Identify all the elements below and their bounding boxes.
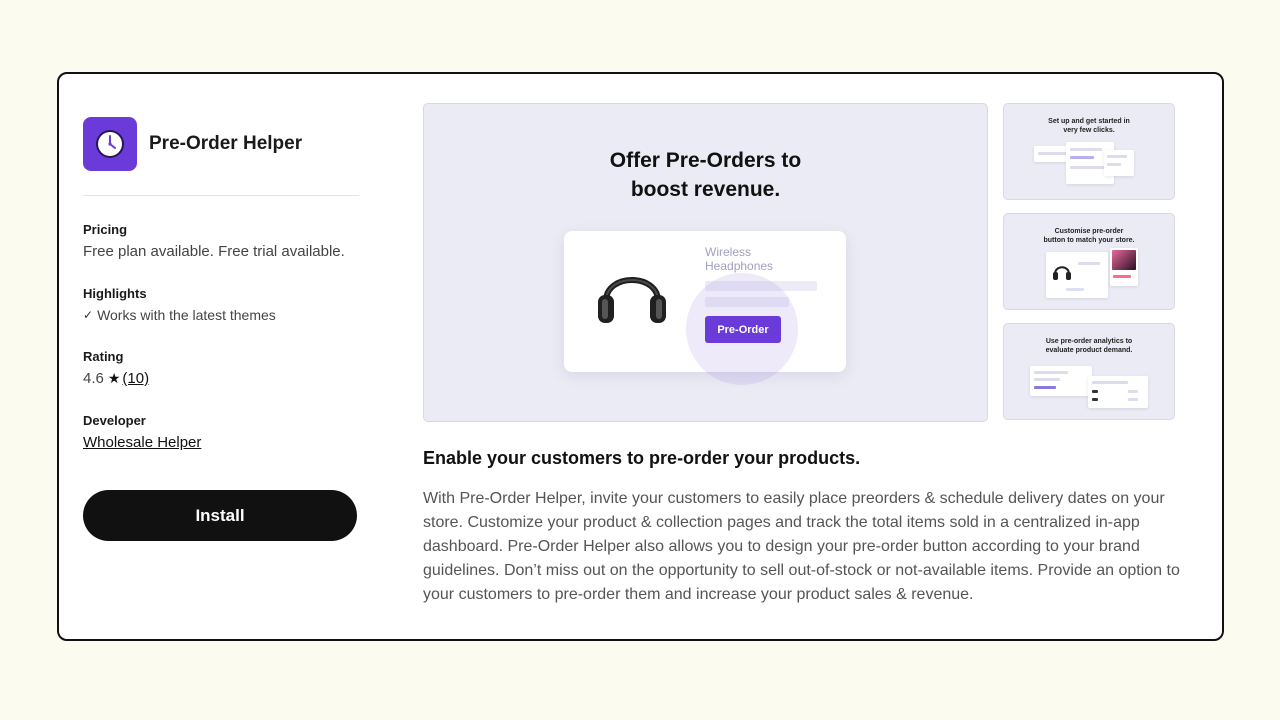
app-icon bbox=[83, 117, 137, 171]
app-sidebar: Pre-Order Helper Pricing Free plan avail… bbox=[83, 117, 359, 452]
gallery-headline: Offer Pre-Orders to boost revenue. bbox=[424, 146, 987, 204]
developer-section: Developer Wholesale Helper bbox=[83, 413, 359, 452]
developer-link[interactable]: Wholesale Helper bbox=[83, 434, 201, 451]
app-header: Pre-Order Helper bbox=[83, 117, 359, 171]
app-title: Pre-Order Helper bbox=[149, 133, 303, 154]
app-listing-card: Pre-Order Helper Pricing Free plan avail… bbox=[57, 72, 1224, 641]
install-button[interactable]: Install bbox=[83, 490, 357, 541]
product-name: Wireless Headphones bbox=[705, 245, 805, 273]
rating-count-link[interactable]: (10) bbox=[122, 370, 149, 387]
divider bbox=[83, 195, 359, 196]
thumbnail-caption: Use pre-order analytics to evaluate prod… bbox=[1004, 337, 1174, 355]
preorder-button-preview: Pre-Order bbox=[705, 316, 781, 343]
rating-value: 4.6 bbox=[83, 370, 104, 387]
thumbnail-caption-line2: button to match your store. bbox=[1043, 237, 1135, 244]
product-preview-card: Wireless Headphones Pre-Order bbox=[564, 231, 846, 385]
thumbnail-caption: Set up and get started in very few click… bbox=[1004, 117, 1174, 135]
thumbnail-caption-line1: Set up and get started in bbox=[1048, 118, 1130, 125]
highlights-section: Highlights ✓ Works with the latest theme… bbox=[83, 286, 359, 323]
mini-analytics-panel bbox=[1030, 366, 1092, 396]
thumbnail-caption-line2: very few clicks. bbox=[1063, 127, 1115, 134]
highlight-item: ✓ Works with the latest themes bbox=[83, 307, 359, 323]
mini-line bbox=[1092, 381, 1128, 384]
mini-settings-panel bbox=[1104, 150, 1134, 176]
gallery-headline-line1: Offer Pre-Orders to bbox=[609, 149, 802, 172]
mini-line bbox=[1107, 163, 1121, 166]
gallery-thumbnail-1[interactable]: Set up and get started in very few click… bbox=[1003, 103, 1175, 200]
mini-line bbox=[1070, 148, 1102, 151]
color-swatch-gradient bbox=[1112, 250, 1136, 270]
clock-icon bbox=[96, 130, 124, 158]
mini-line bbox=[1066, 288, 1084, 291]
highlight-text: Works with the latest themes bbox=[97, 307, 276, 323]
developer-label: Developer bbox=[83, 413, 146, 428]
headphones-icon bbox=[598, 277, 666, 323]
gallery-headline-line2: boost revenue. bbox=[630, 178, 781, 201]
mini-line bbox=[1070, 166, 1106, 169]
rating-label: Rating bbox=[83, 349, 124, 364]
mini-line bbox=[1128, 390, 1138, 393]
mini-analytics-panel bbox=[1088, 376, 1148, 408]
headphones-icon bbox=[1053, 266, 1071, 280]
mini-product-card bbox=[1046, 252, 1108, 298]
description-heading: Enable your customers to pre-order your … bbox=[423, 448, 861, 468]
product-name-line2: Headphones bbox=[705, 259, 774, 273]
gallery-thumbnail-2[interactable]: Customise pre-order button to match your… bbox=[1003, 213, 1175, 310]
mini-line bbox=[1092, 398, 1098, 401]
mini-line bbox=[1092, 390, 1098, 393]
mini-line bbox=[1107, 155, 1127, 158]
pricing-label: Pricing bbox=[83, 222, 128, 237]
mini-line bbox=[1034, 371, 1068, 374]
pricing-section: Pricing Free plan available. Free trial … bbox=[83, 222, 359, 260]
rating-section: Rating 4.6 ★ (10) bbox=[83, 349, 359, 387]
rating-row: 4.6 ★ (10) bbox=[83, 370, 359, 387]
mini-line bbox=[1078, 262, 1100, 265]
thumbnail-caption: Customise pre-order button to match your… bbox=[1004, 227, 1174, 245]
mini-line bbox=[1034, 386, 1056, 389]
mini-line bbox=[1128, 398, 1138, 401]
mini-line bbox=[1034, 378, 1060, 381]
gallery-thumbnail-3[interactable]: Use pre-order analytics to evaluate prod… bbox=[1003, 323, 1175, 420]
star-icon: ★ bbox=[107, 370, 121, 386]
mini-line bbox=[1070, 156, 1094, 159]
mini-line bbox=[1113, 275, 1131, 278]
pricing-value: Free plan available. Free trial availabl… bbox=[83, 243, 345, 260]
description-body: With Pre-Order Helper, invite your custo… bbox=[423, 490, 1180, 603]
thumbnail-caption-line1: Use pre-order analytics to bbox=[1045, 338, 1133, 345]
thumbnail-caption-line2: evaluate product demand. bbox=[1045, 347, 1133, 354]
product-name-line1: Wireless bbox=[705, 245, 752, 259]
thumbnail-caption-line1: Customise pre-order bbox=[1054, 228, 1124, 235]
checkmark-icon: ✓ bbox=[83, 308, 94, 322]
gallery-main-image[interactable]: Offer Pre-Orders to boost revenue. Wirel… bbox=[423, 103, 988, 422]
highlights-label: Highlights bbox=[83, 286, 147, 301]
mini-line bbox=[1038, 152, 1068, 155]
mini-color-picker bbox=[1110, 248, 1138, 286]
